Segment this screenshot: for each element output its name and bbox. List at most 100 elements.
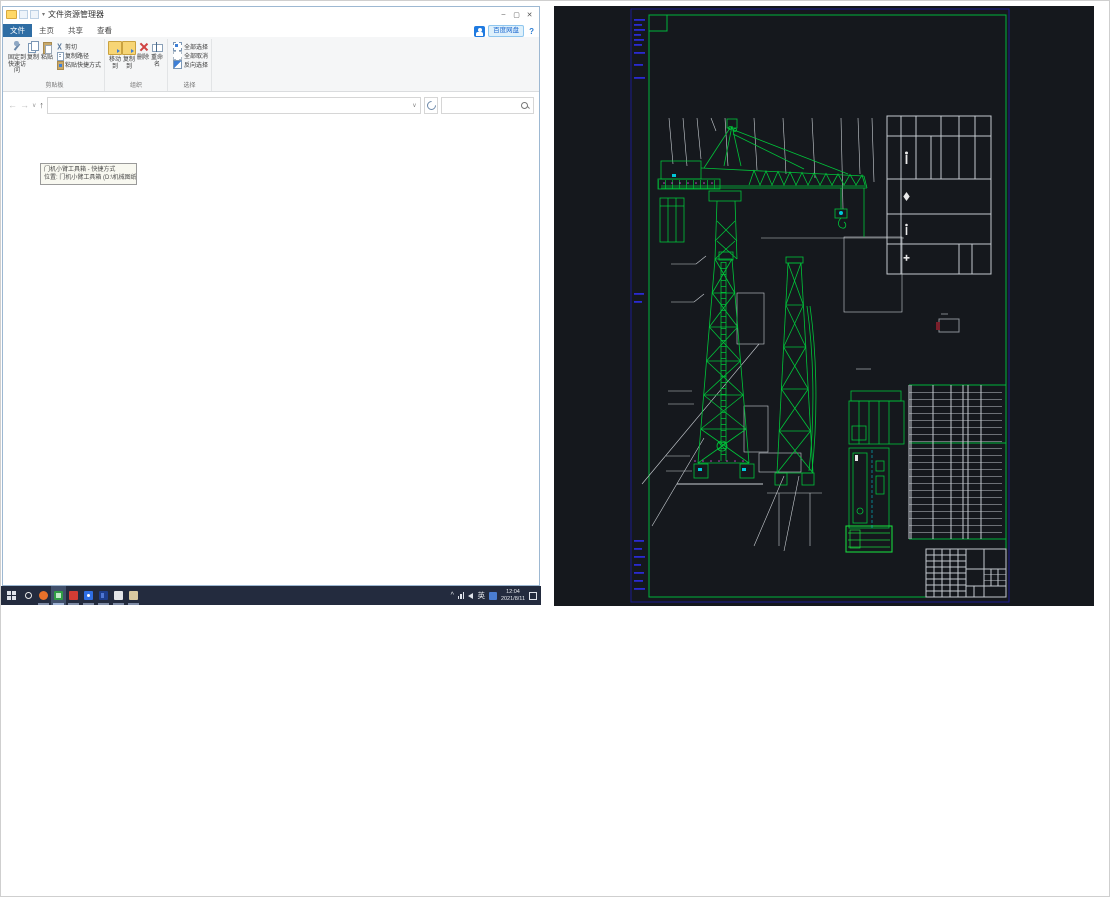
file-explorer-window: ▾ 文件资源管理器 – ▢ ✕ 文件 主页 共享 查看 百度网盘 ? 固定到快速… [2, 6, 540, 586]
file-manager-icon [129, 591, 138, 600]
address-dropdown-icon[interactable]: ∨ [409, 102, 420, 109]
desktop: ▾ 文件资源管理器 – ▢ ✕ 文件 主页 共享 查看 百度网盘 ? 固定到快速… [0, 0, 1110, 897]
cut-button[interactable]: 剪切 [56, 42, 101, 51]
action-center-icon[interactable] [529, 591, 537, 600]
paste-shortcut-icon [56, 60, 64, 70]
table-figure-glyphs [903, 151, 910, 261]
taskbar-app-blue[interactable] [81, 586, 96, 605]
taskbar-clock[interactable]: 12:04 2021/8/11 [501, 589, 525, 602]
move-to-icon [108, 41, 123, 55]
cad-drawing [630, 8, 1010, 603]
file-list-area[interactable]: 门机小臂工具箱 - 快捷方式 位置: 门机小臂工具箱 (D:\机械图纸\门机小臂… [3, 118, 539, 555]
taskbar-app-gray[interactable] [111, 586, 126, 605]
help-icon[interactable]: ? [527, 27, 536, 36]
delete-icon [137, 41, 149, 53]
select-all-icon [173, 41, 183, 51]
base-detail [845, 525, 893, 553]
cad-viewer[interactable] [554, 6, 1094, 606]
quick-access-button-2[interactable] [30, 10, 39, 19]
paste-icon [41, 41, 53, 54]
tab-view[interactable]: 查看 [90, 24, 119, 37]
select-all-button[interactable]: 全部选择 [173, 41, 208, 51]
delete-button[interactable]: 删除 [136, 39, 150, 62]
parts-list-table [908, 384, 1006, 540]
blue-app-icon [84, 591, 93, 600]
search-input[interactable] [441, 96, 534, 114]
taskbar-app-cad[interactable] [51, 586, 66, 605]
copy-path-icon [56, 51, 64, 61]
ribbon-group-select: 全部选择 全部取消 反向选择 选择 [168, 39, 213, 91]
word-icon [99, 591, 108, 600]
copy-to-button[interactable]: 复制到 [122, 39, 137, 70]
search-app-icon [25, 592, 32, 599]
quick-access-button-1[interactable] [19, 10, 28, 19]
rename-button[interactable]: 重命名 [150, 39, 164, 68]
copy-path-button[interactable]: 复制路径 [56, 51, 101, 61]
shortcut-tooltip: 门机小臂工具箱 - 快捷方式 位置: 门机小臂工具箱 (D:\机械图纸\门机小臂… [40, 163, 137, 185]
tooltip-line2: 位置: 门机小臂工具箱 (D:\机械图纸\门机小臂gqjngjx (3) [44, 175, 137, 181]
taskbar-app-firefox[interactable] [36, 586, 51, 605]
rename-icon [151, 41, 164, 53]
tray-expand-icon[interactable]: ^ [451, 592, 454, 599]
red-app-icon [69, 591, 78, 600]
tooltip-line1: 门机小臂工具箱 - 快捷方式 [44, 167, 116, 173]
network-icon[interactable] [457, 592, 465, 599]
paste-shortcut-button[interactable]: 粘贴快捷方式 [56, 60, 101, 70]
up-icon[interactable]: ↑ [39, 100, 44, 110]
clipboard-group-label: 剪贴板 [45, 83, 64, 89]
navigation-bar: ← → ∨ ↑ ∨ [3, 92, 539, 118]
taskbar: ^ 英 12:04 2021/8/11 [1, 586, 541, 605]
taskbar-app-files[interactable] [126, 586, 141, 605]
cad-app-icon [54, 591, 63, 600]
refresh-button[interactable] [424, 96, 438, 114]
minimize-button[interactable]: – [497, 8, 510, 21]
gray-app-icon [114, 591, 123, 600]
window-title: 文件资源管理器 [48, 10, 105, 19]
pin-icon [11, 41, 23, 53]
select-none-icon [173, 50, 183, 60]
back-icon[interactable]: ← [8, 100, 17, 110]
ribbon-group-clipboard: 固定到快速访问 复制 粘贴 剪切 复制路径 粘贴快捷方式 剪贴板 [5, 39, 106, 91]
ribbon-tabs: 文件 主页 共享 查看 百度网盘 ? [3, 22, 539, 37]
select-group-label: 选择 [183, 83, 196, 89]
netdisk-icon[interactable] [474, 25, 486, 37]
window-folder-icon [6, 10, 17, 19]
ime-indicator[interactable]: 英 [477, 590, 485, 601]
tab-file[interactable]: 文件 [3, 24, 32, 37]
invert-selection-icon [173, 59, 183, 69]
copy-button[interactable]: 复制 [26, 39, 40, 62]
paste-button[interactable]: 粘贴 [40, 39, 54, 62]
search-icon [521, 101, 528, 109]
close-button[interactable]: ✕ [523, 8, 536, 21]
margin-annotations [634, 19, 645, 590]
ribbon-group-organize: 移动到 复制到 删除 重命名 组织 [105, 39, 169, 91]
start-button[interactable] [1, 586, 21, 605]
firefox-icon [39, 591, 48, 600]
titlebar[interactable]: ▾ 文件资源管理器 – ▢ ✕ [3, 7, 539, 22]
quick-access-separator: ▾ [42, 12, 46, 18]
title-block [925, 548, 1007, 598]
invert-selection-button[interactable]: 反向选择 [173, 59, 208, 69]
netdisk-button[interactable]: 百度网盘 [488, 25, 525, 37]
window-controls: – ▢ ✕ [497, 8, 536, 21]
tray-app-icon[interactable] [488, 591, 497, 600]
system-tray: ^ 英 12:04 2021/8/11 [451, 586, 541, 605]
tab-share[interactable]: 共享 [61, 24, 90, 37]
recent-locations-icon[interactable]: ∨ [32, 102, 36, 109]
crane-drawing [657, 118, 905, 529]
maximize-button[interactable]: ▢ [510, 8, 523, 21]
move-to-button[interactable]: 移动到 [108, 39, 123, 70]
forward-icon[interactable]: → [20, 100, 29, 110]
taskbar-app-word[interactable] [96, 586, 111, 605]
clock-date: 2021/8/11 [500, 595, 525, 602]
select-none-button[interactable]: 全部取消 [173, 50, 208, 60]
address-bar[interactable]: ∨ [46, 96, 421, 114]
pin-to-quick-access-button[interactable]: 固定到快速访问 [8, 39, 26, 75]
tab-home[interactable]: 主页 [32, 24, 61, 37]
windows-logo-icon [6, 591, 16, 600]
organize-group-label: 组织 [130, 83, 143, 89]
taskbar-app-search[interactable] [21, 586, 36, 605]
volume-icon[interactable] [468, 592, 474, 599]
copy-to-icon [122, 41, 137, 55]
taskbar-app-red[interactable] [66, 586, 81, 605]
